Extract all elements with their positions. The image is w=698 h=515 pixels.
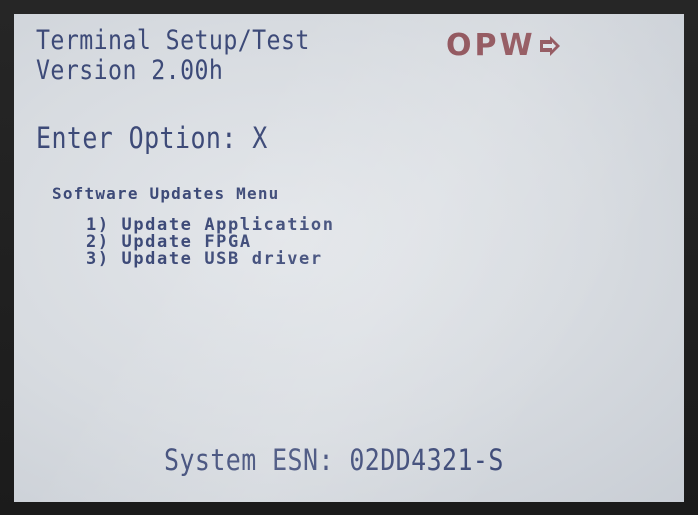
menu-item-update-usb-driver[interactable]: 3) Update USB driver (86, 251, 335, 268)
lcd-screen: Terminal Setup/Test Version 2.00h OPW En… (14, 14, 684, 502)
menu-title: Software Updates Menu (52, 184, 280, 203)
enter-option-prompt[interactable]: Enter Option: X (36, 122, 268, 154)
terminal-title: Terminal Setup/Test Version 2.00h (36, 26, 310, 86)
arrow-right-icon (539, 35, 560, 56)
title-line-1: Terminal Setup/Test (36, 25, 310, 56)
version-line: Version 2.00h (36, 55, 224, 86)
device-bezel: Terminal Setup/Test Version 2.00h OPW En… (0, 0, 698, 515)
system-esn: System ESN: 02DD4321-S (164, 443, 504, 477)
logo-text: OPW (446, 28, 536, 63)
software-updates-menu: 1) Update Application 2) Update FPGA 3) … (86, 217, 335, 268)
opw-logo: OPW (446, 28, 560, 63)
